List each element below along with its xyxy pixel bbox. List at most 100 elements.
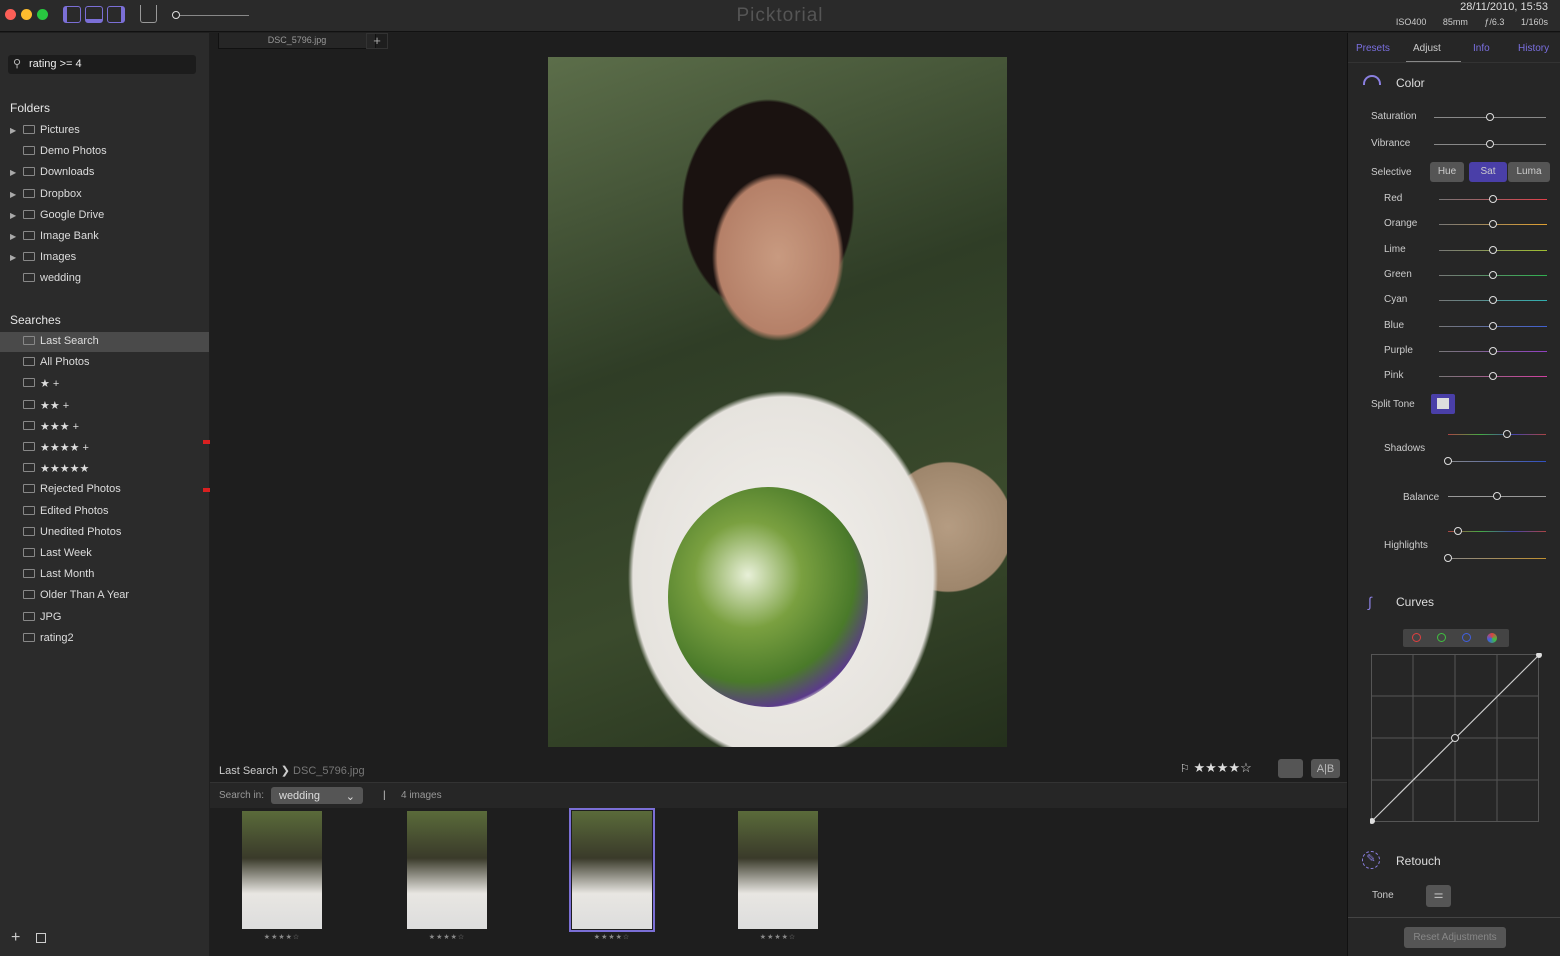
color-section-title[interactable]: Color (1396, 76, 1425, 90)
green-channel-icon[interactable] (1437, 633, 1446, 642)
search-item[interactable]: Older Than A Year (0, 586, 209, 606)
tab-image[interactable]: DSC_5796.jpg (218, 33, 376, 49)
shadows-hue-slider[interactable] (1448, 430, 1546, 438)
rgb-channel-icon[interactable] (1487, 633, 1497, 643)
search-item[interactable]: ★★★★ + (0, 438, 209, 458)
disclosure-triangle-icon[interactable]: ▶ (10, 168, 16, 177)
main-photo[interactable] (548, 57, 1007, 747)
disclosure-triangle-icon[interactable]: ▶ (10, 126, 16, 135)
folder-item[interactable]: ▶ Google Drive (0, 206, 209, 226)
disclosure-triangle-icon[interactable]: ▶ (10, 190, 16, 199)
curve-channel-selector[interactable] (1403, 629, 1509, 647)
lime-slider[interactable] (1439, 245, 1547, 254)
folder-item[interactable]: ▶ Dropbox (0, 185, 209, 205)
saturation-slider[interactable] (1434, 113, 1546, 121)
search-item[interactable]: Last Week (0, 544, 209, 564)
thumbnail[interactable] (569, 808, 655, 932)
balance-label: Balance (1403, 492, 1440, 503)
aperture: ƒ/6.3 (1484, 17, 1505, 27)
add-tab-button[interactable]: + (366, 33, 388, 49)
add-icon[interactable]: + (11, 929, 20, 947)
red-slider[interactable] (1439, 195, 1547, 203)
smart-folder-icon (23, 590, 35, 600)
empty-star[interactable]: ☆ (1240, 760, 1252, 775)
filled-stars[interactable]: ★★★★ (1194, 760, 1241, 775)
shadows-amount-slider[interactable] (1444, 457, 1546, 465)
photo-bouquet (668, 487, 868, 707)
folder-item[interactable]: ▶ Pictures (0, 121, 209, 141)
folder-item[interactable]: Demo Photos (0, 142, 209, 162)
retouch-section-title[interactable]: Retouch (1396, 854, 1441, 868)
folder-item[interactable]: ▶ Image Bank (0, 227, 209, 247)
search-label: ★★ + (40, 399, 70, 412)
disclosure-triangle-icon[interactable]: ▶ (10, 211, 16, 220)
search-label: ★★★★ + (40, 442, 89, 454)
search-item[interactable]: Unedited Photos (0, 523, 209, 543)
checkbox-menu-icon[interactable] (36, 933, 46, 943)
compare-button[interactable]: A|B (1311, 759, 1340, 778)
search-item[interactable]: JPG (0, 608, 209, 628)
thumbnail[interactable] (242, 811, 322, 929)
folder-item[interactable]: ▶ Downloads (0, 163, 209, 183)
purple-slider[interactable] (1439, 346, 1547, 355)
search-item[interactable]: ★★ + (0, 396, 209, 416)
highlights-hue-slider[interactable] (1448, 527, 1546, 535)
search-input[interactable]: ⚲ rating >= 4 (8, 55, 196, 74)
copy-icon[interactable] (1278, 759, 1303, 778)
folder-icon (23, 167, 35, 177)
blue-slider[interactable] (1439, 321, 1547, 330)
vibrance-slider[interactable] (1434, 140, 1546, 148)
disclosure-triangle-icon[interactable]: ▶ (10, 232, 16, 241)
tab-adjust[interactable]: Adjust (1413, 43, 1441, 54)
green-slider[interactable] (1439, 270, 1547, 279)
balance-slider[interactable] (1448, 492, 1546, 500)
curve-point[interactable] (1451, 734, 1459, 742)
blue-channel-icon[interactable] (1462, 633, 1471, 642)
disclosure-triangle-icon[interactable]: ▶ (10, 253, 16, 262)
folder-icon (23, 188, 35, 198)
search-item[interactable]: Rejected Photos (0, 480, 209, 500)
tab-presets[interactable]: Presets (1356, 43, 1390, 54)
vibrance-label: Vibrance (1371, 138, 1411, 149)
flag-icon[interactable]: ⚐ (1180, 763, 1190, 775)
cyan-slider[interactable] (1439, 296, 1547, 305)
tone-label: Tone (1372, 890, 1394, 901)
selective-sat-button[interactable]: Sat (1469, 162, 1507, 182)
reset-adjustments-button[interactable]: Reset Adjustments (1404, 927, 1506, 948)
pink-slider[interactable] (1439, 372, 1547, 381)
search-item[interactable]: Last Month (0, 565, 209, 585)
highlights-amount-slider[interactable] (1444, 554, 1546, 562)
smart-folder-icon (23, 526, 35, 536)
search-icon: ⚲ (13, 58, 22, 70)
search-in-select[interactable]: wedding ⌄ (271, 787, 363, 804)
thumbnail[interactable] (407, 811, 487, 929)
search-item[interactable]: ★★★ + (0, 417, 209, 437)
curves-section-title[interactable]: Curves (1396, 595, 1434, 609)
search-item[interactable]: rating2 (0, 629, 209, 649)
retouch-icon: ✎ (1362, 851, 1380, 869)
red-channel-icon[interactable] (1412, 633, 1421, 642)
search-item[interactable]: Last Search (0, 332, 209, 352)
smart-folder-icon (23, 632, 35, 642)
selective-luma-button[interactable]: Luma (1508, 162, 1550, 182)
search-item[interactable]: Edited Photos (0, 502, 209, 522)
rating-stars[interactable]: ⚐ ★★★★☆ (1180, 760, 1252, 776)
split-tone-toggle[interactable] (1431, 394, 1455, 414)
search-item[interactable]: All Photos (0, 353, 209, 373)
tab-history[interactable]: History (1518, 43, 1549, 54)
tab-info[interactable]: Info (1473, 43, 1490, 54)
folder-label: Pictures (40, 124, 80, 136)
orange-slider[interactable] (1439, 220, 1547, 229)
channel-label: Orange (1384, 218, 1418, 230)
curves-graph[interactable] (1370, 653, 1542, 825)
smart-folder-icon (23, 399, 35, 409)
tone-adjust-icon[interactable]: ⚌ (1426, 885, 1451, 907)
selective-hue-button[interactable]: Hue (1430, 162, 1464, 182)
search-item[interactable]: ★ + (0, 374, 209, 394)
thumbnail[interactable] (738, 811, 818, 929)
folder-item[interactable]: ▶ Images (0, 248, 209, 268)
folder-item[interactable]: wedding (0, 269, 209, 289)
search-item[interactable]: ★★★★★ (0, 459, 209, 479)
breadcrumb-parent[interactable]: Last Search (219, 765, 278, 777)
channel-label: Purple (1384, 344, 1413, 356)
